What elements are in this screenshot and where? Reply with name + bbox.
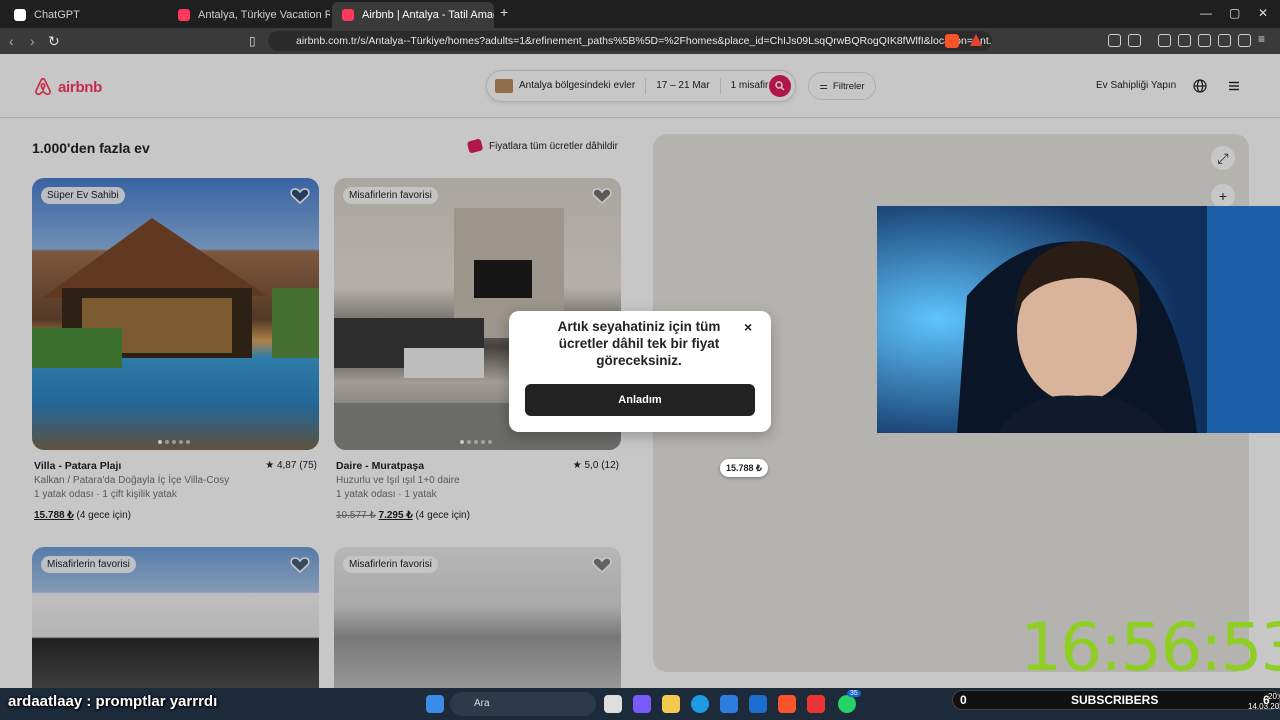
reload-icon[interactable]: ↻ (48, 33, 60, 49)
sidebar-icon[interactable] (1178, 34, 1191, 47)
chatgpt-icon (14, 9, 26, 21)
whatsapp-icon[interactable] (838, 695, 856, 713)
file-explorer-icon[interactable] (662, 695, 680, 713)
tab-label: Antalya, Türkiye Vacation Rentals - A (198, 9, 330, 21)
url-field[interactable]: airbnb.com.tr/s/Antalya--Türkiye/homes?a… (268, 31, 992, 51)
tab-airbnb-antalya[interactable]: Airbnb | Antalya - Tatil Amaçlı Ki ✕ (332, 2, 494, 28)
chat-message-overlay: ardaatlaay : promptlar yarrrdı (8, 693, 218, 710)
vpn-icon[interactable] (1238, 34, 1251, 47)
tab-antalya-rentals[interactable]: Antalya, Türkiye Vacation Rentals - A (168, 2, 330, 28)
outlook-icon[interactable] (749, 695, 767, 713)
stream-clock: 16:56:53 (1020, 609, 1280, 686)
map-price-pin[interactable]: 15.788 ₺ (720, 459, 768, 477)
task-view-icon[interactable] (604, 695, 622, 713)
taskbar-search-text: Ara (474, 698, 490, 709)
got-it-button[interactable]: Anladım (525, 384, 755, 416)
extension-icon[interactable] (1128, 34, 1141, 47)
subscriber-counter: 0 SUBSCRIBERS 6 (952, 690, 1280, 710)
extension-icon[interactable] (1108, 34, 1121, 47)
new-tab-icon[interactable]: + (500, 4, 508, 20)
store-icon[interactable] (720, 695, 738, 713)
subscribers-label: SUBSCRIBERS (1071, 693, 1159, 707)
tray-time: 20:06 (1268, 692, 1280, 701)
browser-tab-bar: ChatGPT Antalya, Türkiye Vacation Rental… (0, 0, 1280, 28)
menu-icon[interactable]: ≡ (1258, 32, 1271, 46)
taskbar-search[interactable]: Ara (450, 692, 596, 716)
restore-icon[interactable]: ▢ (1229, 6, 1240, 20)
airbnb-icon (178, 9, 190, 21)
subscriber-count-left: 0 (960, 693, 967, 707)
notification-badge: 35 (847, 690, 861, 697)
bookmark-icon[interactable]: ▯ (249, 33, 256, 49)
browser-toolbar: ‹ › ↻ ▯ airbnb.com.tr/s/Antalya--Türkiye… (0, 28, 1280, 54)
fee-info-dialog: Artık seyahatiniz için tüm ücretler dâhi… (509, 311, 771, 432)
system-tray-clock[interactable]: 20:06 14.03.2025 (1248, 692, 1280, 712)
brave-icon[interactable] (778, 695, 796, 713)
tab-label: Airbnb | Antalya - Tatil Amaçlı Ki (362, 9, 494, 21)
wallet-icon[interactable] (1198, 34, 1211, 47)
app-icon[interactable] (807, 695, 825, 713)
tab-label: ChatGPT (34, 9, 80, 21)
brave-shields-icon[interactable] (945, 34, 959, 48)
leo-icon[interactable] (1218, 34, 1231, 47)
webcam-overlay (877, 206, 1280, 433)
minimize-icon[interactable]: — (1200, 6, 1212, 20)
forward-icon[interactable]: › (30, 33, 35, 49)
airbnb-icon (342, 9, 354, 21)
webcam-feed (877, 206, 1280, 433)
windows-start-icon[interactable] (426, 695, 444, 713)
back-icon[interactable]: ‹ (9, 33, 14, 49)
copilot-icon[interactable] (633, 695, 651, 713)
tray-date: 14.03.2025 (1248, 702, 1280, 711)
edge-icon[interactable] (691, 695, 709, 713)
media-icon[interactable] (1158, 34, 1171, 47)
tab-chatgpt[interactable]: ChatGPT (4, 2, 168, 28)
dialog-message: Artık seyahatiniz için tüm ücretler dâhi… (557, 319, 721, 368)
close-window-icon[interactable]: ✕ (1258, 6, 1268, 20)
close-icon[interactable]: × (744, 319, 752, 335)
brave-rewards-icon[interactable] (970, 34, 982, 46)
